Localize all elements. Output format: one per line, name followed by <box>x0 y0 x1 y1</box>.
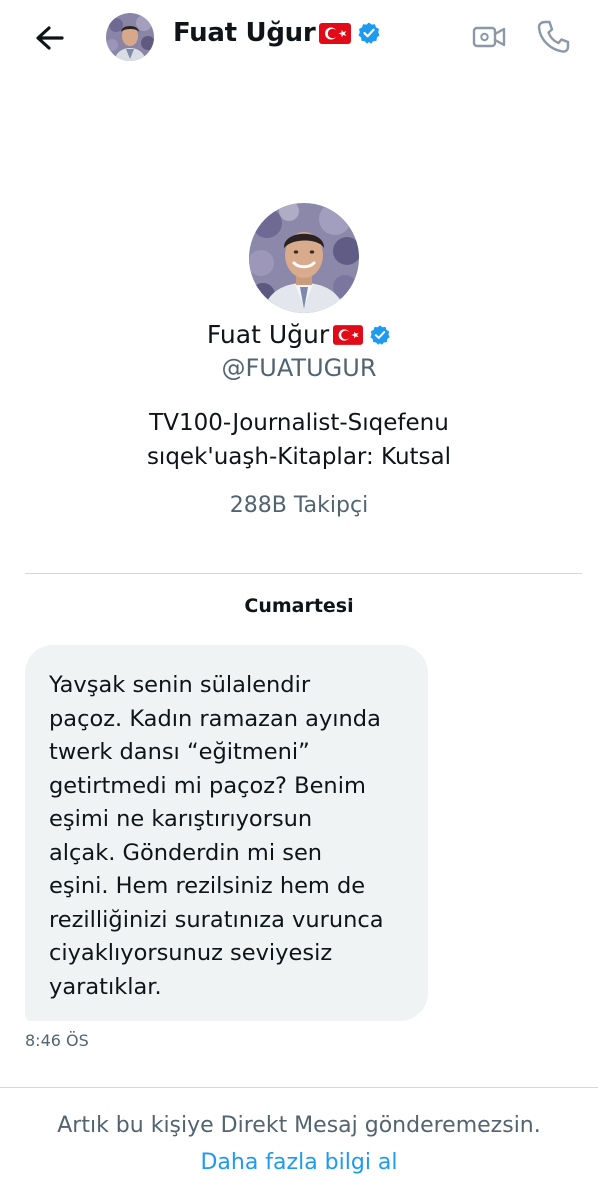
message-timestamp: 8:46 ÖS <box>25 1031 89 1050</box>
header-name[interactable]: Fuat Uğur <box>173 18 381 48</box>
follower-count: 288B Takipçi <box>229 493 369 518</box>
verified-badge-icon <box>358 22 380 44</box>
back-button[interactable] <box>30 20 70 56</box>
avatar-image <box>106 13 154 61</box>
video-camera-icon <box>472 26 506 48</box>
header-name-text: Fuat Uğur <box>173 18 316 48</box>
message-bubble[interactable]: Yavşak senin sülalendir paçoz. Kadın ram… <box>25 645 428 1021</box>
voice-call-button[interactable] <box>536 19 570 55</box>
learn-more-link[interactable]: Daha fazla bilgi al <box>0 1150 598 1175</box>
profile-name-text: Fuat Uğur <box>206 320 330 349</box>
divider <box>0 1087 598 1088</box>
profile-name: Fuat Uğur <box>0 320 598 349</box>
profile-bio: TV100-Journalist-Sıqefenu sıqek'uaşh-Kit… <box>0 406 598 474</box>
profile-handle: @FUATUGUR <box>221 354 377 382</box>
profile-avatar-image <box>249 203 359 313</box>
date-separator: Cumartesi <box>244 595 354 617</box>
conversation-header: Fuat Uğur <box>0 0 598 80</box>
dm-conversation-screen: Fuat Uğur Fuat Uğur @FUATUGUR TV100-Jour… <box>0 0 598 1200</box>
message-text: Yavşak senin sülalendir paçoz. Kadın ram… <box>49 672 384 1000</box>
profile-bio-line: sıqek'uaşh-Kitaplar: Kutsal <box>146 444 452 470</box>
arrow-left-icon <box>36 26 64 50</box>
header-avatar[interactable] <box>106 13 154 61</box>
profile-bio-line: TV100-Journalist-Sıqefenu <box>149 410 449 436</box>
video-call-button[interactable] <box>472 21 506 53</box>
divider <box>25 573 582 574</box>
cannot-message-notice: Artık bu kişiye Direkt Mesaj gönderemezs… <box>57 1113 541 1138</box>
verified-badge-icon <box>370 324 390 345</box>
profile-avatar[interactable] <box>249 203 359 313</box>
turkey-flag-icon <box>319 22 352 44</box>
phone-icon <box>537 20 570 53</box>
turkey-flag-icon <box>333 324 364 345</box>
